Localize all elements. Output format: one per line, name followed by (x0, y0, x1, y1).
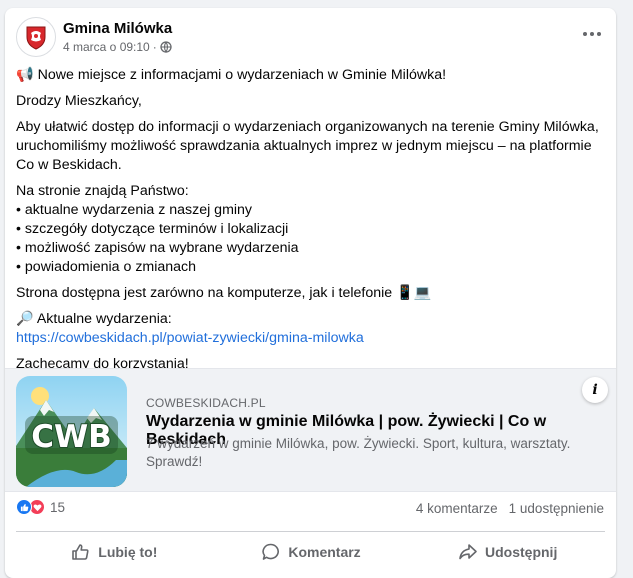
cwb-logo-icon: CWB (16, 376, 127, 487)
events-url-link[interactable]: https://cowbeskidach.pl/powiat-zywiecki/… (16, 329, 606, 348)
like-reaction-icon (16, 499, 32, 515)
link-preview-card[interactable]: CWB COWBESKIDACH.PL Wydarzenia w gminie … (5, 368, 616, 492)
events-link-block: 🔎 Aktualne wydarzenia: https://cowbeskid… (16, 310, 606, 348)
headline: 📢 Nowe miejsce z informacjami o wydarzen… (16, 66, 606, 85)
page-avatar[interactable] (16, 17, 56, 57)
intro-paragraph: Aby ułatwić dostęp do informacji o wydar… (16, 119, 599, 173)
preview-description: 7 wydarzeń w gminie Milówka, pow. Żywiec… (146, 436, 571, 469)
list-heading: Na stronie znajdą Państwo: (16, 183, 189, 199)
list-item: • możliwość zapisów na wybrane wydarzeni… (16, 240, 299, 256)
meta-separator: · (152, 40, 157, 54)
share-count[interactable]: 1 udostępnienie (509, 501, 604, 516)
reaction-count: 15 (50, 499, 66, 515)
reactions-summary[interactable]: 15 (16, 499, 65, 515)
page-name[interactable]: Gmina Milówka (63, 20, 172, 37)
headline-text: Nowe miejsce z informacjami o wydarzenia… (37, 67, 447, 83)
share-label: Udostępnij (485, 544, 558, 560)
greeting: Drodzy Mieszkańcy, (16, 93, 142, 109)
like-button[interactable]: Lubię to! (16, 534, 213, 570)
megaphone-icon: 📢 (16, 67, 34, 83)
comment-label: Komentarz (288, 544, 361, 560)
comment-bubble-icon (262, 543, 280, 560)
post-card: Gmina Milówka 4 marca o 09:10 · 📢 Nowe m… (5, 8, 616, 578)
post-date[interactable]: 4 marca o 09:10 (63, 40, 150, 54)
share-arrow-icon (459, 544, 477, 560)
comment-count[interactable]: 4 komentarze (416, 501, 498, 516)
magnifier-icon: 🔎 (16, 311, 34, 327)
post-actions: Lubię to! Komentarz Udostępnij (16, 534, 606, 570)
comment-button[interactable]: Komentarz (213, 534, 410, 570)
post-meta: 4 marca o 09:10 · (63, 40, 172, 54)
share-button[interactable]: Udostępnij (409, 534, 606, 570)
devices-text: Strona dostępna jest zarówno na komputer… (16, 285, 393, 301)
more-options-button[interactable] (578, 24, 606, 44)
info-button[interactable]: i (582, 377, 608, 403)
feature-list: Na stronie znajdą Państwo: • aktualne wy… (16, 182, 606, 277)
actions-divider (16, 531, 605, 532)
like-label: Lubię to! (98, 544, 158, 560)
cwb-logo-thumbnail[interactable]: CWB (16, 376, 127, 487)
link-label: Aktualne wydarzenia: (36, 311, 172, 327)
devices-paragraph: Strona dostępna jest zarówno na komputer… (16, 284, 606, 303)
logo-text: CWB (31, 419, 112, 455)
post-body: 📢 Nowe miejsce z informacjami o wydarzen… (16, 66, 606, 381)
info-icon: i (592, 382, 598, 398)
more-horizontal-icon (583, 32, 587, 36)
list-item: • szczegóły dotyczące terminów i lokaliz… (16, 221, 289, 237)
preview-domain: COWBESKIDACH.PL (146, 396, 266, 410)
post-stats: 15 4 komentarze 1 udostępnienie (16, 498, 606, 520)
phone-laptop-emoji: 📱💻 (396, 285, 432, 301)
list-item: • aktualne wydarzenia z naszej gminy (16, 202, 253, 218)
coat-of-arms-icon (26, 26, 46, 50)
list-item: • powiadomienia o zmianach (16, 259, 197, 275)
thumbs-up-icon (72, 544, 89, 560)
post-header: Gmina Milówka 4 marca o 09:10 · (5, 8, 616, 64)
globe-icon[interactable] (160, 41, 172, 53)
